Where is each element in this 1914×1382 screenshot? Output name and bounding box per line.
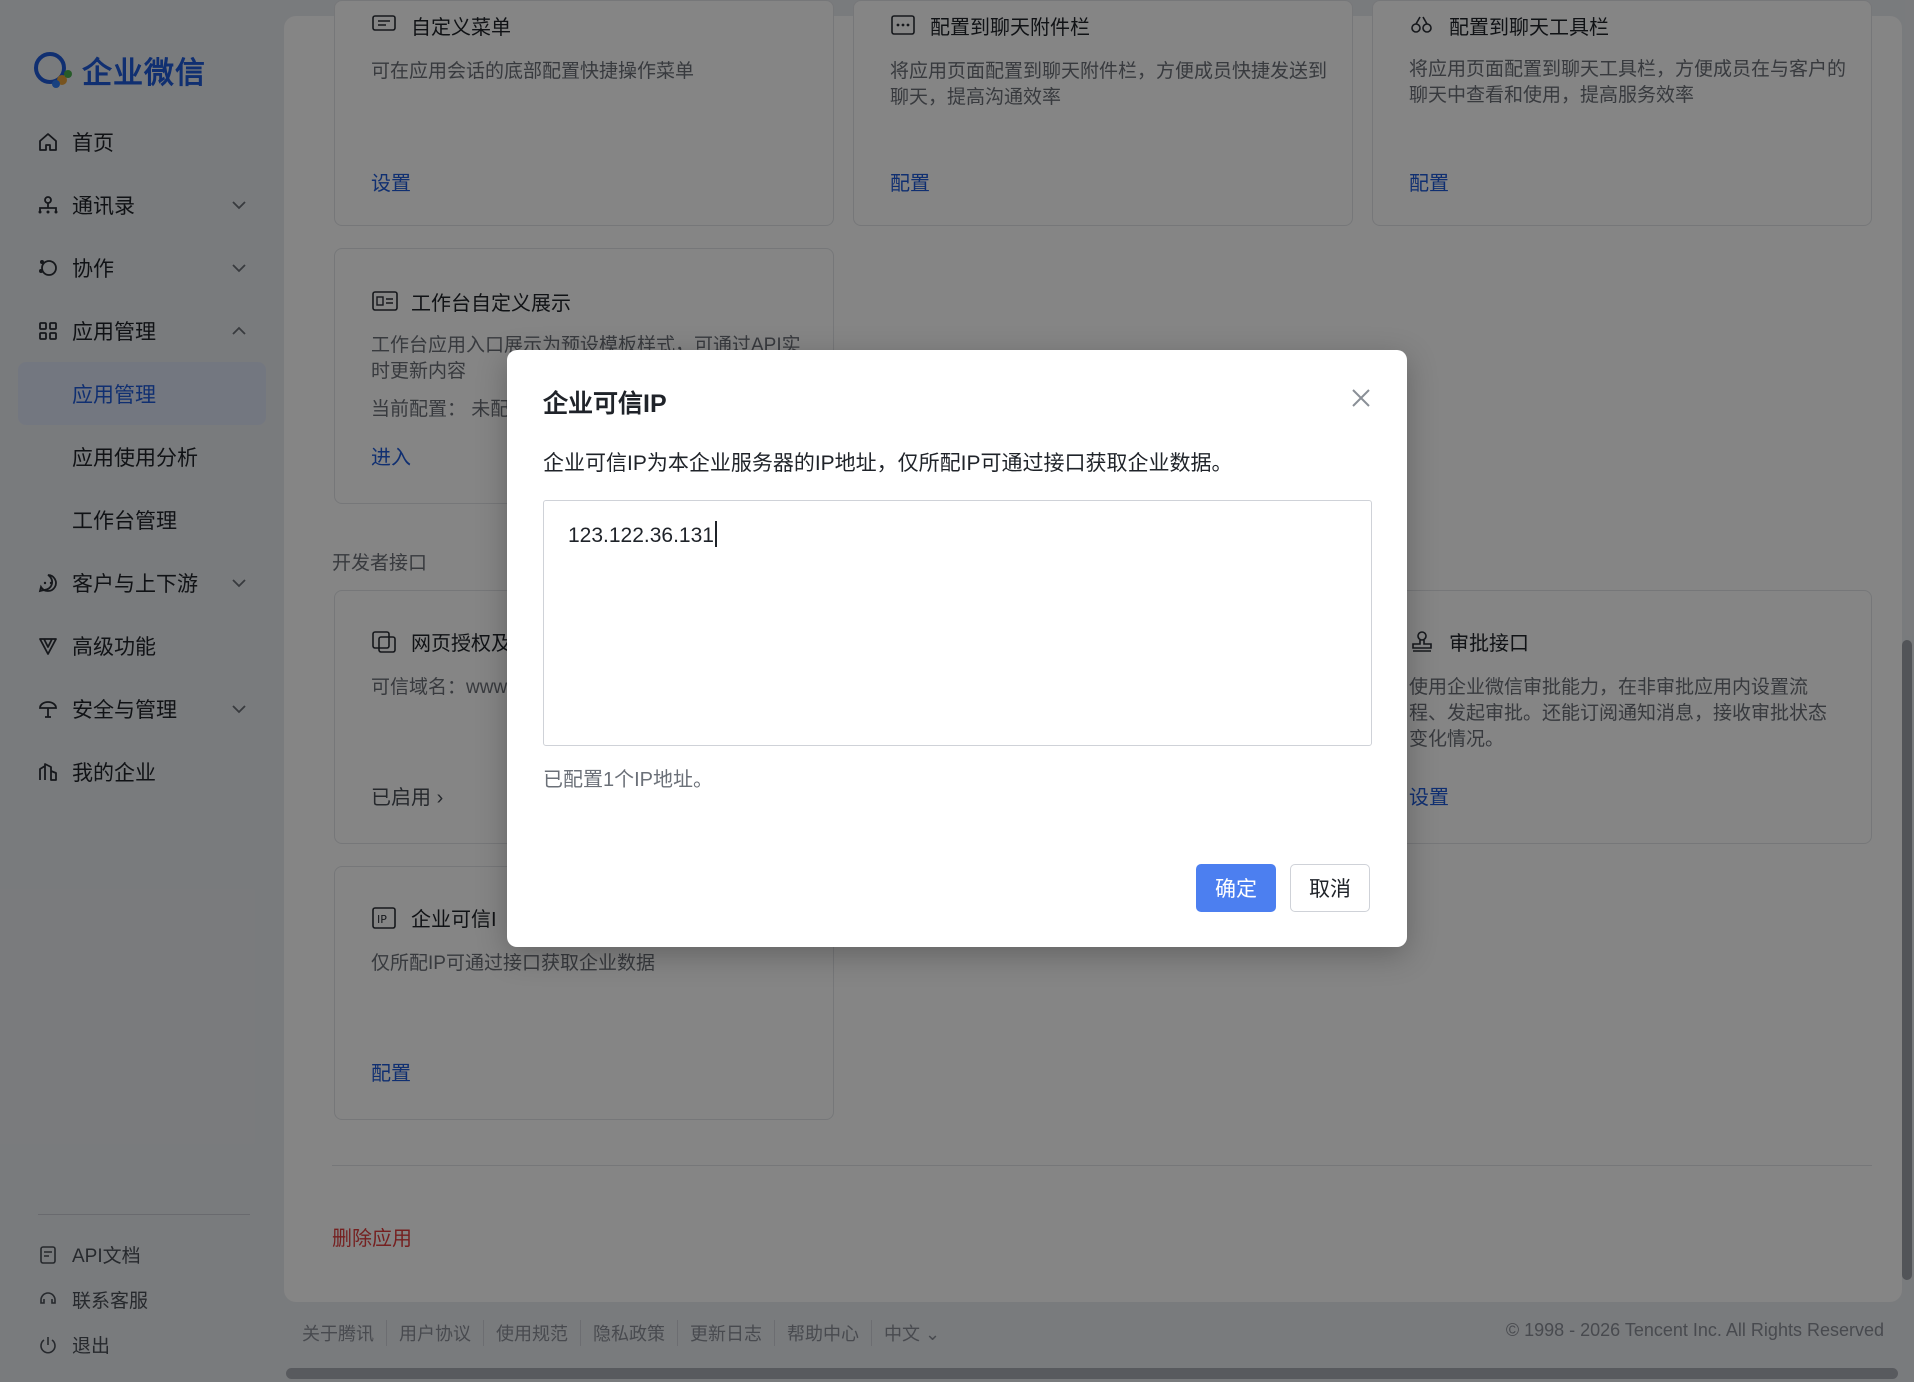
- cancel-button[interactable]: 取消: [1290, 864, 1370, 912]
- ip-address-textarea[interactable]: 123.122.36.131: [543, 500, 1372, 746]
- confirm-button[interactable]: 确定: [1196, 864, 1276, 912]
- dialog-title: 企业可信IP: [543, 390, 667, 418]
- dialog-description: 企业可信IP为本企业服务器的IP地址，仅所配IP可通过接口获取企业数据。: [543, 452, 1233, 475]
- close-icon[interactable]: [1347, 384, 1375, 412]
- text-caret: [714, 521, 717, 547]
- ip-count-text: 已配置1个IP地址。: [543, 769, 714, 791]
- trusted-ip-dialog: 企业可信IP 企业可信IP为本企业服务器的IP地址，仅所配IP可通过接口获取企业…: [507, 350, 1407, 947]
